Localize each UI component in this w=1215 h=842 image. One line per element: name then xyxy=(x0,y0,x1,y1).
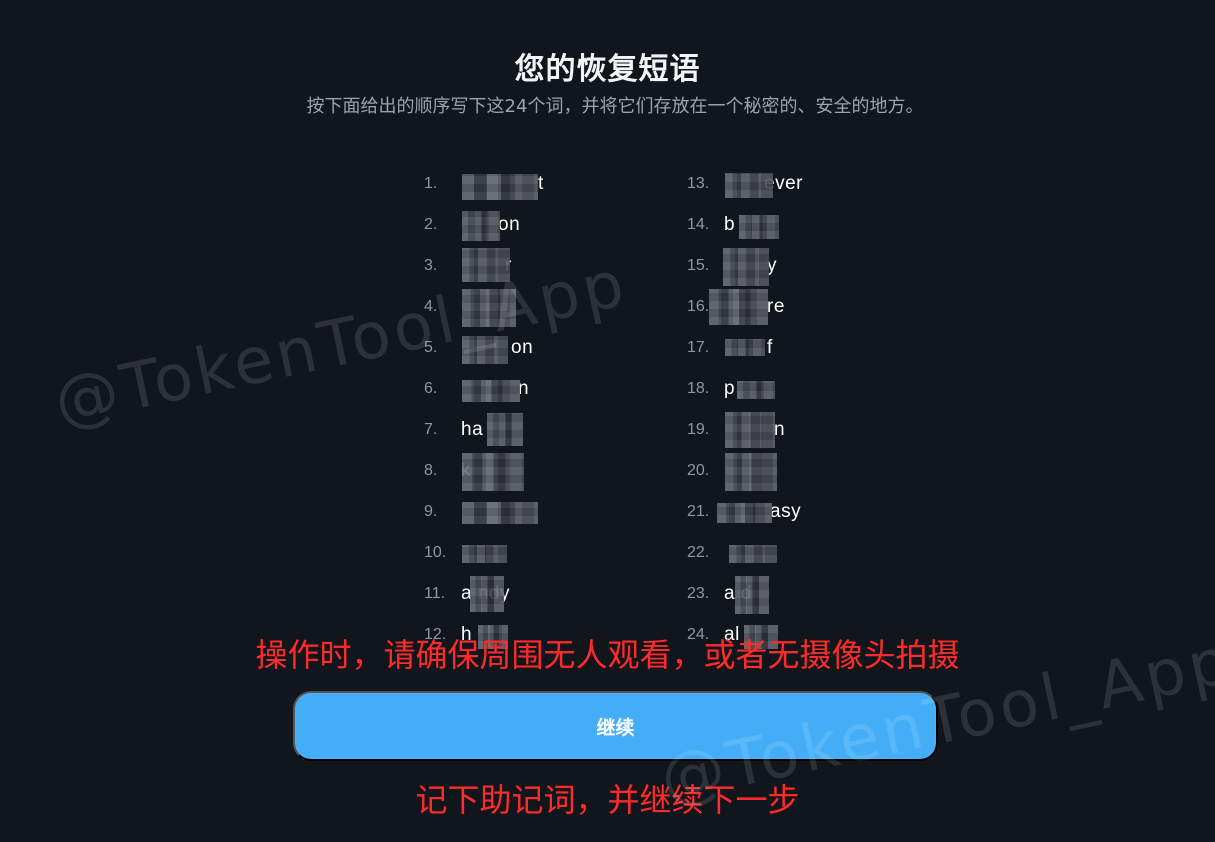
phrase-word-text: ha xyxy=(461,419,484,440)
privacy-mosaic xyxy=(462,380,520,402)
phrase-word-number: 4. xyxy=(424,298,438,315)
privacy-mosaic xyxy=(725,453,777,491)
privacy-mosaic xyxy=(725,412,775,448)
phrase-word-number: 3. xyxy=(424,257,438,274)
phrase-word-text: on xyxy=(511,337,534,358)
privacy-mosaic xyxy=(723,248,769,286)
page-subtitle: 按下面给出的顺序写下这24个词，并将它们存放在一个秘密的、安全的地方。 xyxy=(306,96,924,117)
phrase-word-16: 16. re xyxy=(687,289,785,325)
phrase-word-number: 11. xyxy=(424,585,446,602)
privacy-mosaic xyxy=(735,576,769,614)
phrase-word-10: 10. xyxy=(424,535,507,571)
phrase-word-text: p xyxy=(724,378,736,399)
phrase-word-number: 22. xyxy=(687,544,710,561)
phrase-word-number: 17. xyxy=(687,339,710,356)
privacy-mosaic xyxy=(462,174,538,200)
phrase-word-22: 22. xyxy=(687,535,777,571)
phrase-word-20: 20. xyxy=(687,453,777,491)
phrase-word-text: asy xyxy=(770,501,802,522)
phrase-word-21: 21. asy xyxy=(687,494,801,530)
phrase-word-14: 14. b xyxy=(687,207,779,243)
phrase-word-4: 4. xyxy=(424,289,516,327)
phrase-word-number: 20. xyxy=(687,462,710,479)
phrase-word-7: 7. ha xyxy=(424,412,523,448)
privacy-mosaic xyxy=(462,545,507,563)
privacy-mosaic xyxy=(729,545,777,563)
phrase-word-number: 18. xyxy=(687,380,710,397)
privacy-mosaic xyxy=(717,503,772,523)
phrase-word-18: 18. p xyxy=(687,371,775,407)
privacy-mosaic xyxy=(462,289,516,327)
privacy-mosaic xyxy=(725,173,773,198)
privacy-mosaic xyxy=(739,215,779,239)
phrase-word-2: 2. on xyxy=(424,207,520,243)
phrase-word-6: 6. n xyxy=(424,371,529,407)
phrase-word-text: re xyxy=(767,296,785,317)
privacy-mosaic xyxy=(462,502,538,524)
phrase-word-number: 5. xyxy=(424,339,438,356)
phrase-word-19: 19. n xyxy=(687,412,785,448)
privacy-mosaic xyxy=(737,381,775,399)
phrase-word-8: 8. k xyxy=(424,453,524,491)
phrase-word-number: 14. xyxy=(687,216,710,233)
phrase-word-9: 9. xyxy=(424,494,538,530)
privacy-mosaic xyxy=(709,289,768,325)
continue-button[interactable]: 继续 xyxy=(293,691,938,761)
phrase-word-text: b xyxy=(724,214,736,235)
phrase-word-number: 10. xyxy=(424,544,447,561)
recovery-phrase-page: 您的恢复短语 按下面给出的顺序写下这24个词，并将它们存放在一个秘密的、安全的地… xyxy=(0,0,1215,842)
next-step-note: 记下助记词，并继续下一步 xyxy=(415,781,800,819)
phrase-word-text: on xyxy=(498,214,521,235)
phrase-word-number: 1. xyxy=(424,175,438,192)
privacy-mosaic xyxy=(487,413,523,446)
phrase-word-13: 13. ever xyxy=(687,166,803,202)
phrase-word-3: 3. r xyxy=(424,248,512,284)
privacy-warning: 操作时，请确保周围无人观看，或者无摄像头拍摄 xyxy=(255,636,960,674)
phrase-word-17: 17. f xyxy=(687,330,773,366)
phrase-word-number: 13. xyxy=(687,175,710,192)
phrase-word-15: 15. y xyxy=(687,248,777,286)
phrase-word-5: 5. on xyxy=(424,330,533,366)
phrase-word-number: 8. xyxy=(424,462,438,479)
privacy-mosaic xyxy=(470,576,504,612)
phrase-word-11: 11. a ndy xyxy=(424,576,510,612)
phrase-word-number: 9. xyxy=(424,503,438,520)
phrase-word-number: 19. xyxy=(687,421,710,438)
privacy-mosaic xyxy=(462,248,510,282)
page-title: 您的恢复短语 xyxy=(514,52,701,87)
privacy-mosaic xyxy=(462,453,524,491)
phrase-word-number: 23. xyxy=(687,585,710,602)
phrase-word-number: 15. xyxy=(687,257,710,274)
phrase-word-text: f xyxy=(767,337,773,358)
phrase-word-text: n xyxy=(774,419,786,440)
phrase-word-text: t xyxy=(538,173,544,194)
phrase-word-1: 1. t xyxy=(424,166,544,202)
phrase-word-23: 23. a d xyxy=(687,576,769,614)
phrase-word-number: 6. xyxy=(424,380,438,397)
privacy-mosaic xyxy=(725,339,765,356)
recovery-phrase-grid: 1. t 2. on 3. r 4. 5. on 6. n xyxy=(424,166,844,649)
privacy-mosaic xyxy=(462,211,500,241)
phrase-word-number: 2. xyxy=(424,216,438,233)
phrase-word-number: 7. xyxy=(424,421,438,438)
privacy-mosaic xyxy=(462,336,508,364)
